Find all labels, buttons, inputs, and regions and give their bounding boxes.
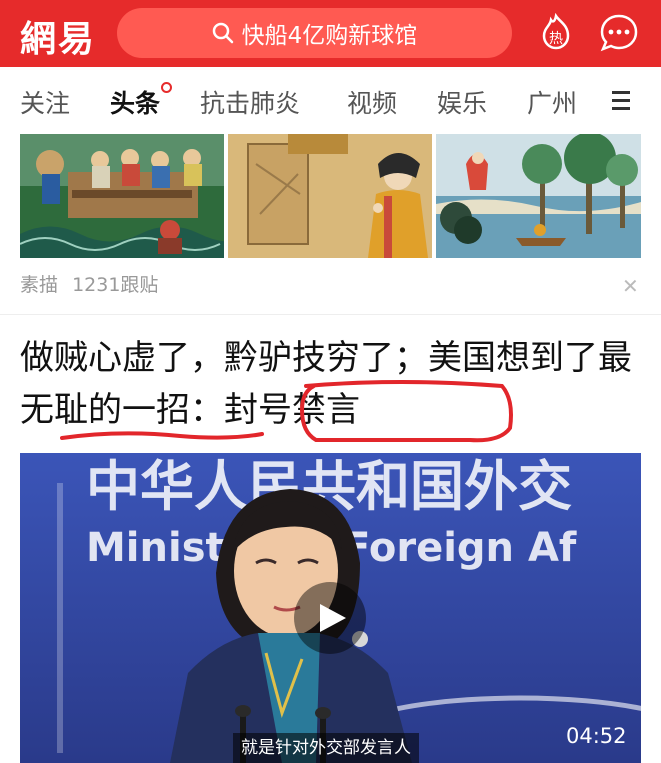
top-bar: 網易 快船4亿购新球馆 热 [0, 0, 661, 67]
dismiss-icon[interactable]: ✕ [622, 274, 639, 298]
gallery-category: 素描 [20, 274, 59, 296]
tab-video[interactable]: 视频 [347, 84, 397, 120]
tab-headlines[interactable]: 头条 [110, 82, 173, 120]
hot-label: 热 [549, 31, 563, 47]
hot-icon: 热 [542, 12, 570, 50]
tab-entertainment[interactable]: 娱乐 [437, 84, 487, 120]
tab-follow[interactable]: 关注 [20, 84, 70, 120]
tab-fight-pneumonia[interactable]: 抗击肺炎 [200, 84, 300, 120]
chat-icon [600, 14, 638, 52]
gallery-image-2 [228, 134, 432, 258]
video-duration: 04:52 [566, 724, 627, 748]
video-subtitle: 就是针对外交部发言人 [233, 733, 419, 763]
play-button[interactable] [294, 582, 366, 654]
hot-button[interactable]: 热 [536, 12, 576, 53]
search-placeholder: 快船4亿购新球馆 [241, 23, 418, 49]
gallery-image-3 [436, 134, 641, 258]
gallery-thumbnails[interactable] [20, 134, 641, 258]
search-bar[interactable]: 快船4亿购新球馆 [117, 8, 512, 58]
unread-dot [161, 82, 173, 93]
play-icon [320, 604, 346, 632]
gallery-meta: 素描 1231跟贴 [20, 270, 158, 297]
channel-menu-icon[interactable] [612, 91, 630, 110]
search-icon [212, 22, 233, 44]
app-logo[interactable]: 網易 [20, 10, 96, 62]
tab-guangzhou[interactable]: 广州 [527, 84, 577, 120]
feed-divider [0, 314, 661, 315]
tab-headlines-label: 头条 [110, 89, 161, 118]
article-title[interactable]: 做贼心虚了，黔驴技穷了；美国想到了最无耻的一招：封号禁言 [20, 332, 645, 436]
chat-button[interactable] [598, 12, 640, 54]
gallery-image-1 [20, 134, 224, 258]
comment-count[interactable]: 1231跟贴 [72, 274, 158, 296]
channel-tabs: 关注 头条 抗击肺炎 视频 娱乐 广州 [0, 67, 661, 133]
